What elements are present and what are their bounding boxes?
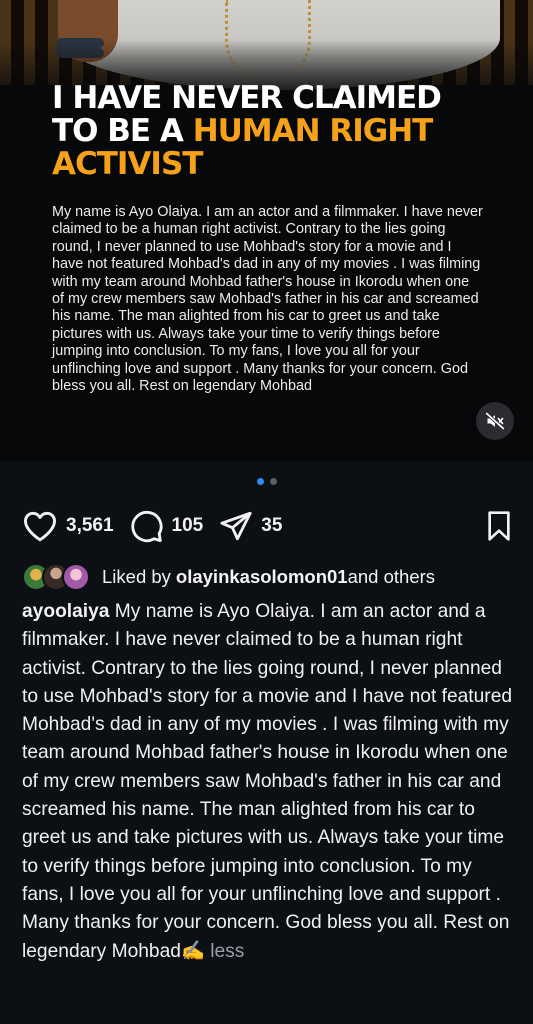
liked-by-user[interactable]: olayinkasolomon01 [176,566,348,588]
bookmark-icon[interactable] [484,510,514,542]
like-count: 3,561 [66,515,114,536]
muted-speaker-icon [485,412,505,430]
caption-text: My name is Ayo Olaiya. I am an actor and… [22,601,513,962]
share-count: 35 [261,515,283,536]
caption-emoji: ✍️ [180,940,205,962]
share-action[interactable]: 35 [219,509,282,543]
post-caption: ayoolaiya My name is Ayo Olaiya. I am an… [22,598,518,966]
liker-avatars [22,563,90,591]
share-icon[interactable] [219,509,253,543]
carousel-dot [269,478,277,485]
action-bar: 3,561 105 35 [22,508,514,544]
avatar [62,563,90,591]
liked-by-suffix[interactable]: and others [348,566,435,588]
carousel-dot-active [256,478,264,485]
post-media[interactable]: I HAVE NEVER CLAIMED TO BE A HUMAN RIGHT… [0,0,533,462]
post-headline: I HAVE NEVER CLAIMED TO BE A HUMAN RIGHT… [52,82,492,181]
image-body-text: My name is Ayo Olaiya. I am an actor and… [52,204,483,395]
heart-icon[interactable] [22,510,58,542]
save-button[interactable] [484,510,514,547]
carousel-indicator [0,478,533,490]
like-action[interactable]: 3,561 [22,510,114,542]
liked-by[interactable]: Liked by olayinkasolomon01 and others [22,562,435,592]
caption-less-link[interactable]: less [205,941,244,962]
comment-icon[interactable] [130,509,164,543]
mute-button[interactable] [476,402,514,440]
caption-username[interactable]: ayoolaiya [22,601,109,622]
liked-by-prefix: Liked by [102,566,171,587]
comment-action[interactable]: 105 [130,509,204,543]
comment-count: 105 [171,515,204,536]
